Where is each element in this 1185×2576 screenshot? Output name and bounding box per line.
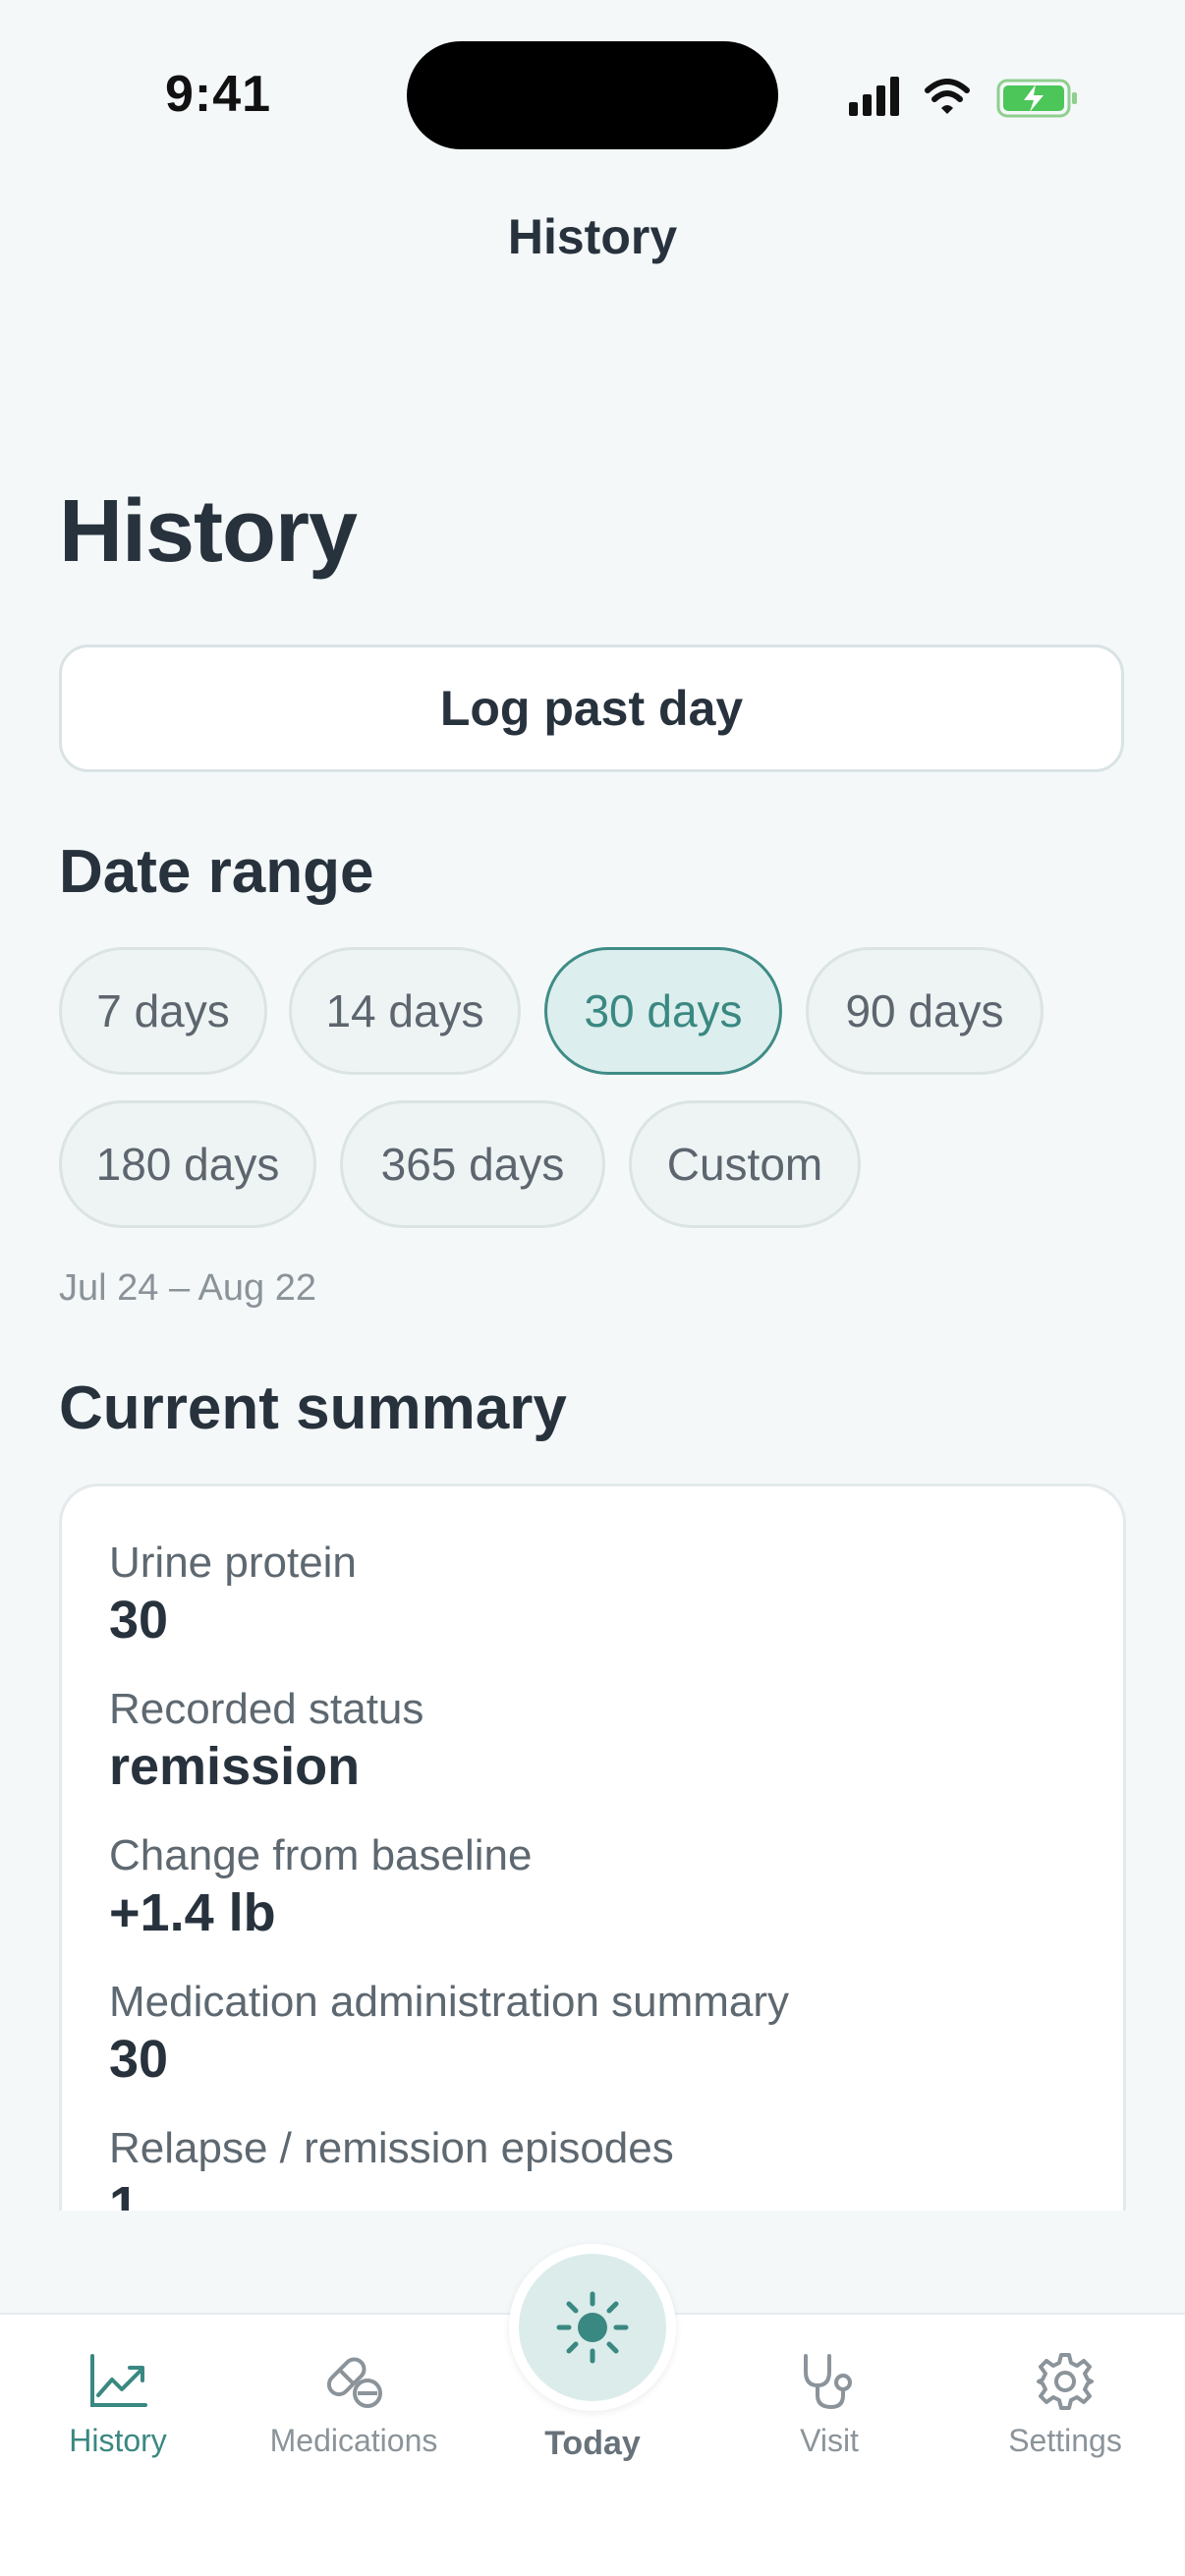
today-button-inner <box>519 2254 666 2401</box>
chart-trend-icon <box>90 2354 147 2407</box>
tab-medications[interactable]: Medications <box>255 2352 452 2459</box>
metric-label: Urine protein <box>109 1539 357 1587</box>
metric-value: 30 <box>109 2030 169 2089</box>
chip-365-days[interactable]: 365 days <box>340 1100 605 1228</box>
tab-label: History <box>69 2423 167 2458</box>
tab-label: Medications <box>269 2423 438 2458</box>
chip-30-days[interactable]: 30 days <box>544 947 782 1075</box>
tab-visit[interactable]: Visit <box>731 2352 928 2459</box>
metric-value: 1 <box>109 2176 140 2211</box>
today-button[interactable] <box>509 2244 676 2411</box>
metric-label: Medication administration summary <box>109 1978 790 2026</box>
status-time: 9:41 <box>165 66 272 123</box>
stethoscope-icon <box>804 2354 852 2410</box>
chip-custom[interactable]: Custom <box>629 1100 861 1228</box>
nav-title: History <box>507 209 678 264</box>
metric-recorded-status: Recorded status remission <box>109 1684 423 1798</box>
metric-relapse-remission-episodes: Relapse / remission episodes 1 <box>109 2123 674 2211</box>
summary-card: Urine protein 30 Recorded status remissi… <box>59 1484 1126 2211</box>
metric-urine-protein: Urine protein 30 <box>109 1538 357 1652</box>
page-title: History <box>59 482 358 581</box>
tab-settings[interactable]: Settings <box>967 2352 1163 2459</box>
date-range-title: Date range <box>59 838 374 906</box>
tab-history[interactable]: History <box>20 2352 216 2459</box>
chip-14-days[interactable]: 14 days <box>289 947 521 1075</box>
metric-value: 30 <box>109 1591 169 1650</box>
current-summary-title: Current summary <box>59 1374 567 1442</box>
signal-icon <box>849 77 899 116</box>
chip-180-days[interactable]: 180 days <box>59 1100 316 1228</box>
battery-icon <box>996 79 1077 118</box>
metric-label: Change from baseline <box>109 1831 533 1879</box>
chip-7-days[interactable]: 7 days <box>59 947 267 1075</box>
sun-icon <box>556 2291 629 2364</box>
log-past-day-button[interactable]: Log past day <box>59 644 1124 772</box>
metric-change-from-baseline: Change from baseline +1.4 lb <box>109 1830 532 1944</box>
metric-value: remission <box>109 1737 361 1796</box>
metric-value: +1.4 lb <box>109 1883 276 1942</box>
pills-icon <box>326 2357 382 2408</box>
metric-label: Recorded status <box>109 1685 424 1733</box>
dynamic-island <box>407 41 778 149</box>
metric-medication-administration: Medication administration summary 30 <box>109 1977 789 2091</box>
status-icons <box>847 73 1083 122</box>
wifi-icon <box>925 79 970 114</box>
tab-label: Visit <box>800 2423 859 2458</box>
history-screen: 9:41 History History Log past day Date r… <box>0 0 1185 2576</box>
date-range-caption: Jul 24 – Aug 22 <box>59 1267 316 1309</box>
tab-today-label[interactable]: Today <box>491 2425 694 2463</box>
gear-icon <box>1037 2353 1094 2410</box>
metric-label: Relapse / remission episodes <box>109 2124 674 2172</box>
chip-90-days[interactable]: 90 days <box>806 947 1044 1075</box>
tab-label: Settings <box>1008 2423 1122 2458</box>
